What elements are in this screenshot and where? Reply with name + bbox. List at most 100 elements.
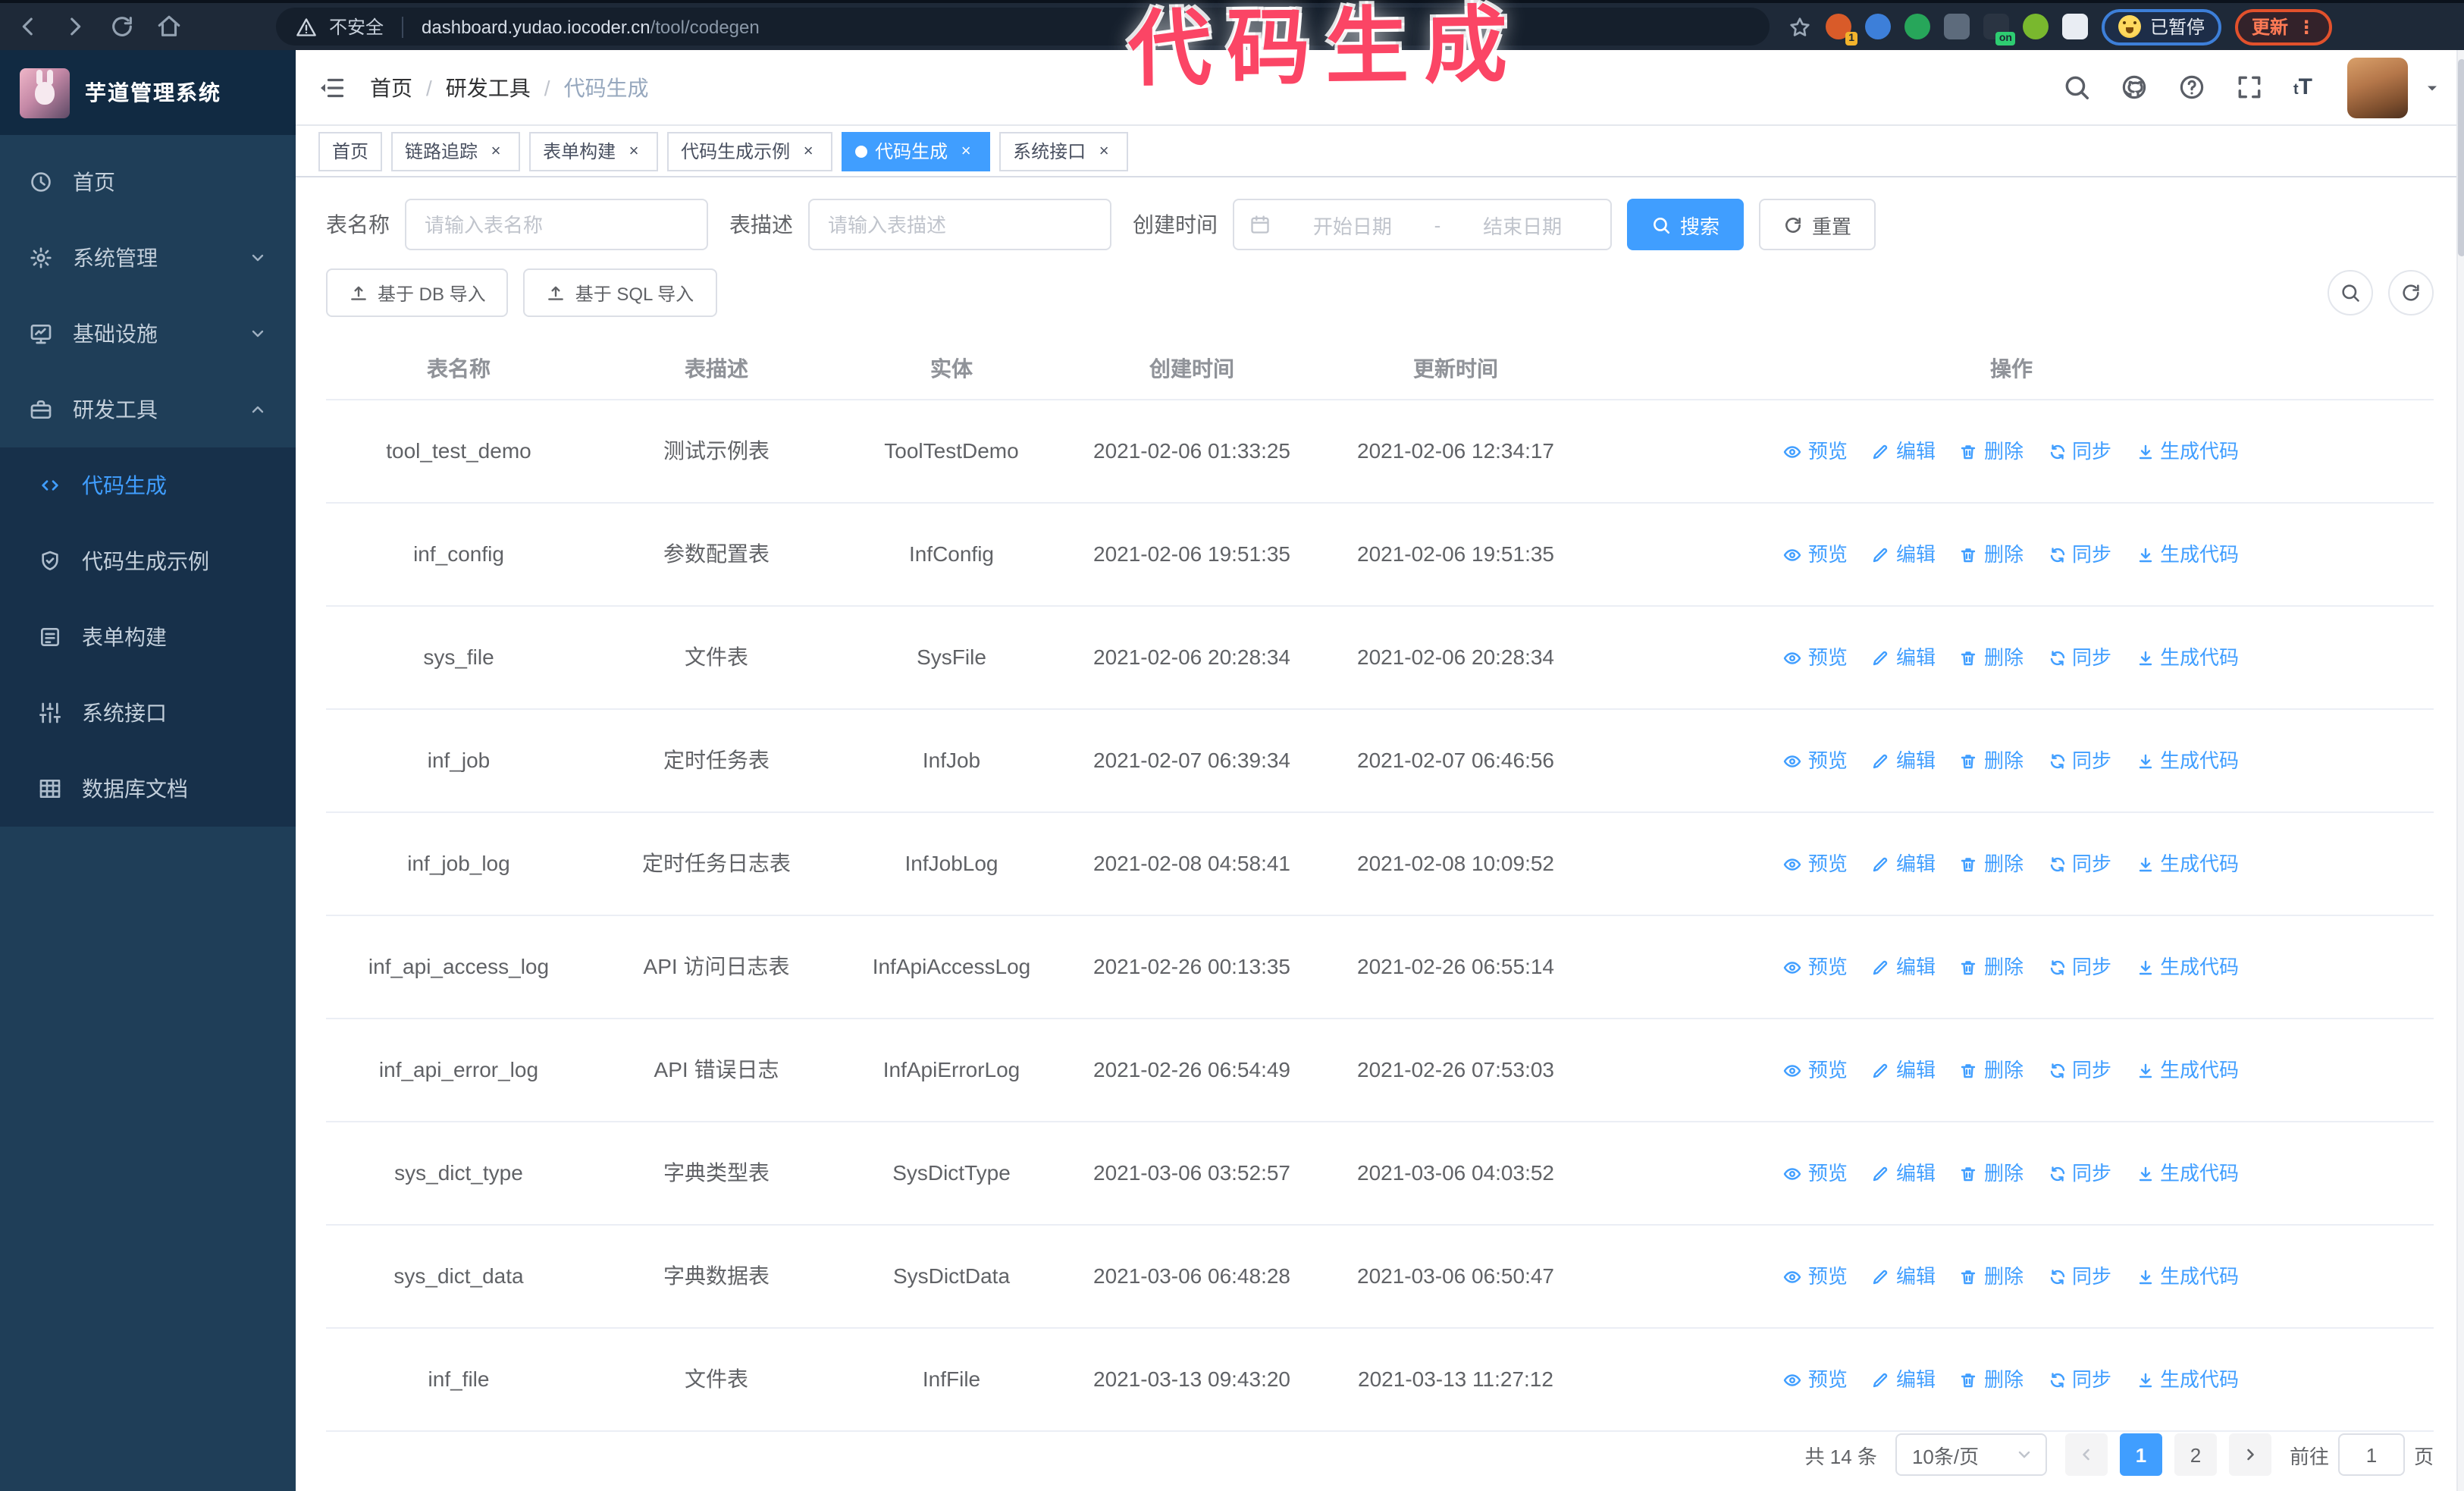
action-eye[interactable]: 预览: [1784, 846, 1848, 881]
question-icon[interactable]: [2178, 73, 2207, 102]
scrollbar-thumb[interactable]: [2458, 59, 2464, 256]
action-sync[interactable]: 同步: [2048, 1156, 2111, 1191]
action-edit[interactable]: 编辑: [1872, 743, 1936, 778]
chevron-down-icon[interactable]: [2423, 78, 2441, 96]
action-sync[interactable]: 同步: [2048, 743, 2111, 778]
page-scrollbar[interactable]: [2456, 50, 2464, 1491]
forward-icon[interactable]: [62, 14, 88, 39]
fullscreen-icon[interactable]: [2236, 73, 2265, 102]
action-eye[interactable]: 预览: [1784, 1156, 1848, 1191]
tab-close-icon[interactable]: ×: [623, 140, 644, 162]
action-edit[interactable]: 编辑: [1872, 434, 1936, 469]
sidebar-item-system[interactable]: 系统管理: [0, 220, 296, 296]
action-download[interactable]: 生成代码: [2136, 950, 2239, 984]
breadcrumb-home[interactable]: 首页: [370, 72, 412, 102]
sidebar-item-form-builder[interactable]: 表单构建: [0, 599, 296, 675]
table-desc-input[interactable]: [808, 199, 1111, 250]
sidebar-item-infra[interactable]: 基础设施: [0, 296, 296, 372]
paused-badge[interactable]: 已暂停: [2102, 8, 2222, 45]
extension-dark-on-icon[interactable]: on: [1983, 14, 2015, 46]
tab-代码生成[interactable]: 代码生成 ×: [842, 131, 991, 171]
action-sync[interactable]: 同步: [2048, 950, 2111, 984]
action-download[interactable]: 生成代码: [2136, 537, 2239, 572]
security-warning-icon[interactable]: [296, 16, 317, 37]
action-edit[interactable]: 编辑: [1872, 1156, 1936, 1191]
action-sync[interactable]: 同步: [2048, 1259, 2111, 1294]
action-trash[interactable]: 删除: [1960, 1156, 2024, 1191]
search-button[interactable]: 搜索: [1627, 199, 1745, 250]
action-trash[interactable]: 删除: [1960, 640, 2024, 675]
action-download[interactable]: 生成代码: [2136, 1362, 2239, 1397]
action-edit[interactable]: 编辑: [1872, 846, 1936, 881]
action-eye[interactable]: 预览: [1784, 950, 1848, 984]
action-download[interactable]: 生成代码: [2136, 640, 2239, 675]
sidebar-item-codegen[interactable]: 代码生成: [0, 447, 296, 523]
action-sync[interactable]: 同步: [2048, 1053, 2111, 1088]
sidebar-item-system-api[interactable]: 系统接口: [0, 675, 296, 751]
sidebar-item-devtools[interactable]: 研发工具: [0, 372, 296, 447]
address-bar[interactable]: 不安全 dashboard.yudao.iocoder.cn/tool/code…: [276, 8, 1770, 46]
extension-puzzle-icon[interactable]: [2062, 14, 2088, 39]
avatar[interactable]: [2347, 57, 2408, 118]
refresh-table-button[interactable]: [2388, 270, 2434, 315]
action-trash[interactable]: 删除: [1960, 434, 2024, 469]
action-download[interactable]: 生成代码: [2136, 1053, 2239, 1088]
action-edit[interactable]: 编辑: [1872, 950, 1936, 984]
security-label[interactable]: 不安全: [329, 14, 384, 39]
action-trash[interactable]: 删除: [1960, 743, 2024, 778]
action-download[interactable]: 生成代码: [2136, 1156, 2239, 1191]
tab-代码生成示例[interactable]: 代码生成示例 ×: [667, 131, 833, 171]
reset-button[interactable]: 重置: [1759, 199, 1876, 250]
table-name-input[interactable]: [405, 199, 708, 250]
more-vert-icon[interactable]: ⋮: [2297, 16, 2315, 37]
action-trash[interactable]: 删除: [1960, 846, 2024, 881]
github-icon[interactable]: [2121, 73, 2149, 102]
tab-close-icon[interactable]: ×: [798, 140, 819, 162]
reload-icon[interactable]: [109, 14, 135, 39]
sidebar-item-codegen-example[interactable]: 代码生成示例: [0, 523, 296, 599]
start-date-placeholder[interactable]: 开始日期: [1280, 210, 1425, 239]
tab-链路追踪[interactable]: 链路追踪 ×: [391, 131, 521, 171]
extension-blue-gem-icon[interactable]: [1865, 14, 1891, 39]
action-sync[interactable]: 同步: [2048, 537, 2111, 572]
font-size-icon[interactable]: tT: [2293, 74, 2312, 100]
action-edit[interactable]: 编辑: [1872, 1259, 1936, 1294]
action-download[interactable]: 生成代码: [2136, 434, 2239, 469]
action-edit[interactable]: 编辑: [1872, 1053, 1936, 1088]
search-icon[interactable]: [2063, 73, 2092, 102]
search-toggle-button[interactable]: [2328, 270, 2373, 315]
action-eye[interactable]: 预览: [1784, 1362, 1848, 1397]
action-trash[interactable]: 删除: [1960, 1362, 2024, 1397]
action-eye[interactable]: 预览: [1784, 640, 1848, 675]
action-trash[interactable]: 删除: [1960, 537, 2024, 572]
home-icon[interactable]: [156, 14, 182, 39]
menu-fold-icon[interactable]: [318, 74, 346, 101]
tab-表单构建[interactable]: 表单构建 ×: [529, 131, 659, 171]
action-sync[interactable]: 同步: [2048, 846, 2111, 881]
extension-green-check-icon[interactable]: [1904, 14, 1930, 39]
extension-green-bot-icon[interactable]: [2023, 14, 2049, 39]
tab-close-icon[interactable]: ×: [1093, 140, 1114, 162]
action-eye[interactable]: 预览: [1784, 537, 1848, 572]
import-db-button[interactable]: 基于 DB 导入: [326, 268, 509, 317]
action-sync[interactable]: 同步: [2048, 640, 2111, 675]
app-logo[interactable]: 芋道管理系统: [0, 50, 296, 135]
bookmark-star-icon[interactable]: [1788, 14, 1812, 39]
extension-orange-icon[interactable]: 1: [1826, 14, 1857, 46]
page-size-select[interactable]: 10条/页: [1895, 1433, 2047, 1476]
action-edit[interactable]: 编辑: [1872, 1362, 1936, 1397]
sidebar-item-home[interactable]: 首页: [0, 144, 296, 220]
prev-page-button[interactable]: [2064, 1433, 2108, 1476]
tab-系统接口[interactable]: 系统接口 ×: [999, 131, 1129, 171]
end-date-placeholder[interactable]: 结束日期: [1450, 210, 1595, 239]
tab-首页[interactable]: 首页: [318, 131, 383, 171]
action-eye[interactable]: 预览: [1784, 1053, 1848, 1088]
back-icon[interactable]: [15, 14, 41, 39]
action-trash[interactable]: 删除: [1960, 1053, 2024, 1088]
action-eye[interactable]: 预览: [1784, 434, 1848, 469]
action-edit[interactable]: 编辑: [1872, 640, 1936, 675]
date-range-picker[interactable]: 开始日期 - 结束日期: [1233, 199, 1612, 250]
page-button-1[interactable]: 1: [2119, 1433, 2162, 1476]
action-edit[interactable]: 编辑: [1872, 537, 1936, 572]
action-trash[interactable]: 删除: [1960, 950, 2024, 984]
